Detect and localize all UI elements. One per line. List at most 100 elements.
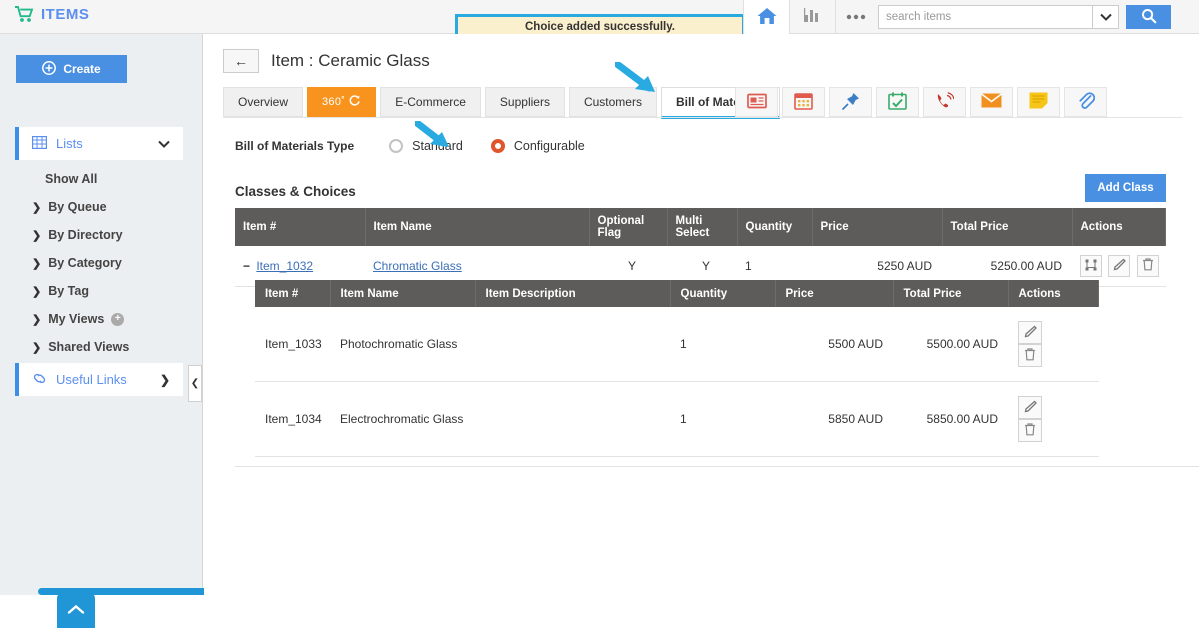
bom-type-label: Bill of Materials Type [235, 139, 355, 153]
brand-logo[interactable]: ITEMS [14, 5, 89, 23]
cell-actions [1008, 381, 1099, 457]
tab-e-commerce[interactable]: E-Commerce [380, 87, 481, 117]
tab-label: Suppliers [499, 95, 550, 109]
create-button[interactable]: Create [16, 55, 127, 83]
sidebar-item-shared-views[interactable]: ❯ Shared Views [32, 340, 129, 354]
chevron-right-icon: ❯ [32, 201, 42, 214]
calendar-check-icon-button[interactable] [876, 87, 919, 117]
pin-icon-button[interactable] [829, 87, 872, 117]
chevron-left-icon: ❮ [190, 378, 200, 389]
hierarchy-icon-button[interactable] [1080, 255, 1102, 277]
sidebar-section-lists[interactable]: Lists [15, 127, 183, 160]
brand-label: ITEMS [41, 5, 90, 23]
choices-table: Item # Item Name Item Description Quanti… [255, 280, 1099, 457]
grid-icon [32, 135, 48, 152]
add-class-button[interactable]: Add Class [1085, 174, 1166, 202]
envelope-icon [981, 93, 1002, 111]
col-item-name: Item Name [330, 280, 476, 307]
radio-standard-label: Standard [412, 139, 463, 153]
home-icon [756, 6, 778, 29]
tab-divider [223, 117, 1182, 118]
edit-icon [1113, 258, 1126, 274]
delete-icon-button[interactable] [1136, 255, 1159, 277]
search-scope-dropdown[interactable] [1093, 5, 1119, 29]
home-button[interactable] [743, 0, 789, 34]
phone-call-icon [935, 91, 955, 113]
delete-icon [1024, 347, 1036, 364]
tab-suppliers[interactable]: Suppliers [484, 87, 565, 117]
tab-overview[interactable]: Overview [223, 87, 304, 117]
cell-total-price: 5500.00 AUD [893, 307, 1008, 382]
paperclip-icon-button[interactable] [1064, 87, 1107, 117]
calendar-icon-button[interactable] [782, 87, 825, 117]
chevron-right-icon: ❯ [32, 341, 42, 354]
delete-icon [1024, 422, 1036, 439]
plus-circle-icon [42, 60, 57, 78]
sidebar-section-useful-links[interactable]: Useful Links ❯ [15, 363, 183, 396]
tab-label: Customers [583, 95, 642, 109]
table-header-row: Item # Item Name Item Description Quanti… [255, 280, 1099, 307]
cell-item-no: Item_1033 [255, 307, 330, 382]
chevron-right-icon: ❯ [32, 257, 42, 270]
col-item-description: Item Description [475, 280, 671, 307]
sidebar: Create Lists Show All ❯ By Queue ❯ By Di… [0, 34, 203, 628]
row-collapse-toggle[interactable]: − [243, 259, 253, 273]
search-button[interactable] [1126, 5, 1171, 29]
delete-icon-button[interactable] [1018, 344, 1042, 367]
sidebar-item-by-tag[interactable]: ❯ By Tag [32, 284, 89, 298]
note-icon-button[interactable] [1017, 87, 1060, 117]
bom-type-row: Bill of Materials Type Standard Configur… [235, 139, 613, 153]
col-multi-select: Multi Select [667, 208, 738, 246]
chevron-up-icon [67, 604, 85, 618]
tab-bar: Overview 360˚ E-Commerce Suppliers Custo… [223, 87, 780, 119]
sidebar-item-by-queue[interactable]: ❯ By Queue [32, 200, 107, 214]
refresh-icon [348, 94, 361, 110]
table-row: Item_1033 Photochromatic Glass 1 5500 AU… [255, 307, 1099, 382]
col-item-name: Item Name [365, 208, 590, 246]
page-title-row: ← Item : Ceramic Glass [223, 49, 430, 73]
more-options-button[interactable] [835, 0, 875, 33]
notification-text: Choice added successfully. [525, 21, 675, 33]
sidebar-section-lists-label: Lists [56, 136, 83, 151]
section-title: Classes & Choices [235, 184, 356, 199]
cell-item-name: Photochromatic Glass [330, 307, 475, 382]
col-quantity: Quantity [670, 280, 776, 307]
scroll-to-top-button[interactable] [57, 594, 95, 628]
search-input[interactable] [878, 5, 1093, 29]
phone-call-icon-button[interactable] [923, 87, 966, 117]
add-view-icon[interactable]: + [111, 312, 125, 326]
add-class-label: Add Class [1097, 182, 1154, 194]
item-name-link[interactable]: Chromatic Glass [373, 259, 462, 273]
cell-item-description [475, 381, 670, 457]
chevron-right-icon: ❯ [32, 229, 42, 242]
main-content: ← Item : Ceramic Glass Overview 360˚ E-C… [204, 34, 1199, 595]
news-card-icon-button[interactable] [735, 87, 778, 117]
tab-label: Overview [238, 95, 289, 109]
sidebar-collapse-button[interactable]: ❮ [188, 365, 202, 402]
edit-icon-button[interactable] [1018, 321, 1042, 344]
edit-icon-button[interactable] [1108, 255, 1131, 277]
cell-quantity: 1 [670, 307, 775, 382]
table-row: Item_1034 Electrochromatic Glass 1 5850 … [255, 381, 1099, 457]
sidebar-item-by-directory[interactable]: ❯ By Directory [32, 228, 123, 242]
analytics-button[interactable] [789, 0, 835, 33]
col-actions: Actions [1072, 208, 1166, 246]
delete-icon-button[interactable] [1018, 419, 1042, 442]
cell-quantity: 1 [670, 381, 775, 457]
radio-configurable[interactable] [490, 139, 505, 153]
sidebar-item-my-views[interactable]: ❯ My Views + [32, 312, 125, 326]
envelope-icon-button[interactable] [970, 87, 1013, 117]
tab-customers[interactable]: Customers [568, 87, 657, 117]
edit-icon [1024, 400, 1037, 416]
sidebar-item-show-all[interactable]: Show All [45, 172, 97, 186]
tab-label: 360˚ [322, 96, 346, 108]
tab-360[interactable]: 360˚ [307, 87, 377, 117]
pin-icon [841, 91, 861, 114]
sidebar-item-by-category[interactable]: ❯ By Category [32, 256, 122, 270]
edit-icon-button[interactable] [1018, 396, 1042, 419]
radio-standard[interactable] [389, 139, 404, 153]
icon-tab-bar [735, 87, 1107, 117]
item-no-link[interactable]: Item_1032 [256, 259, 313, 273]
back-button[interactable]: ← [223, 49, 259, 73]
col-item-no: Item # [255, 280, 331, 307]
